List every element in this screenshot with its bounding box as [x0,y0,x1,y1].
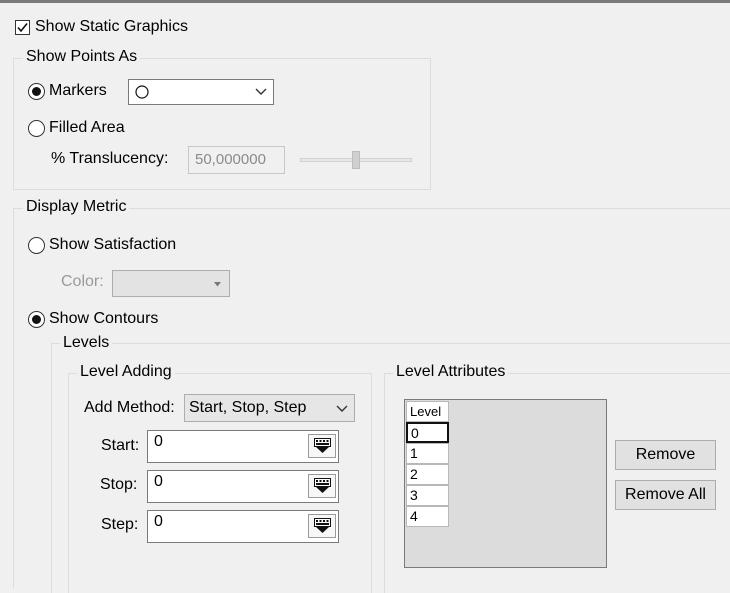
chevron-down-icon [336,405,348,412]
color-label: Color: [61,273,104,290]
remove-button[interactable]: Remove [615,440,716,470]
translucency-input[interactable]: 50,000000 [188,146,285,174]
level-attributes-legend: Level Attributes [393,362,509,382]
step-label: Step: [101,516,139,533]
filled-area-radio[interactable] [28,120,45,137]
translucency-label: % Translucency: [51,150,169,167]
table-row[interactable]: 0 [406,422,449,443]
calculator-icon [314,518,331,533]
start-value: 0 [154,433,163,450]
calculator-button[interactable] [308,474,336,498]
color-select[interactable] [112,270,230,297]
levels-table[interactable]: Level 0 1 2 3 4 [404,399,607,568]
calculator-button[interactable] [308,514,336,538]
step-value: 0 [154,513,163,530]
show-contours-radio[interactable] [28,311,45,328]
levels-legend: Levels [60,333,113,353]
stop-value: 0 [154,473,163,490]
table-row[interactable]: 3 [406,485,449,506]
markers-radio[interactable] [28,83,45,100]
calculator-icon [314,478,331,493]
show-static-graphics-checkbox[interactable] [15,20,30,35]
stop-label: Stop: [100,476,138,493]
filled-area-label: Filled Area [49,119,125,136]
step-input[interactable]: 0 [147,510,339,543]
show-satisfaction-radio[interactable] [28,237,45,254]
chevron-down-icon [255,88,267,95]
level-adding-legend: Level Adding [77,362,175,382]
checkmark-icon [17,23,28,33]
circle-icon [135,85,149,99]
start-input[interactable]: 0 [147,430,339,463]
table-row[interactable]: 4 [406,506,449,527]
calculator-button[interactable] [308,434,336,458]
table-row[interactable]: 1 [406,443,449,464]
table-row[interactable]: 2 [406,464,449,485]
window-top-border [0,0,730,3]
show-points-as-legend: Show Points As [23,47,141,67]
marker-symbol-select[interactable] [128,79,274,105]
display-metric-legend: Display Metric [23,197,130,217]
dropdown-arrow-icon [214,282,221,287]
markers-label: Markers [49,82,107,99]
remove-all-button[interactable]: Remove All [615,480,716,510]
calculator-icon [314,438,331,453]
add-method-value: Start, Stop, Step [189,399,307,416]
start-label: Start: [101,437,140,454]
show-satisfaction-label: Show Satisfaction [49,236,177,253]
add-method-label: Add Method: [84,399,175,416]
add-method-select[interactable]: Start, Stop, Step [184,394,355,422]
level-column-header[interactable]: Level [406,401,449,422]
show-contours-label: Show Contours [49,310,159,327]
stop-input[interactable]: 0 [147,470,339,503]
show-static-graphics-label: Show Static Graphics [35,18,188,35]
translucency-slider-thumb[interactable] [352,151,360,169]
